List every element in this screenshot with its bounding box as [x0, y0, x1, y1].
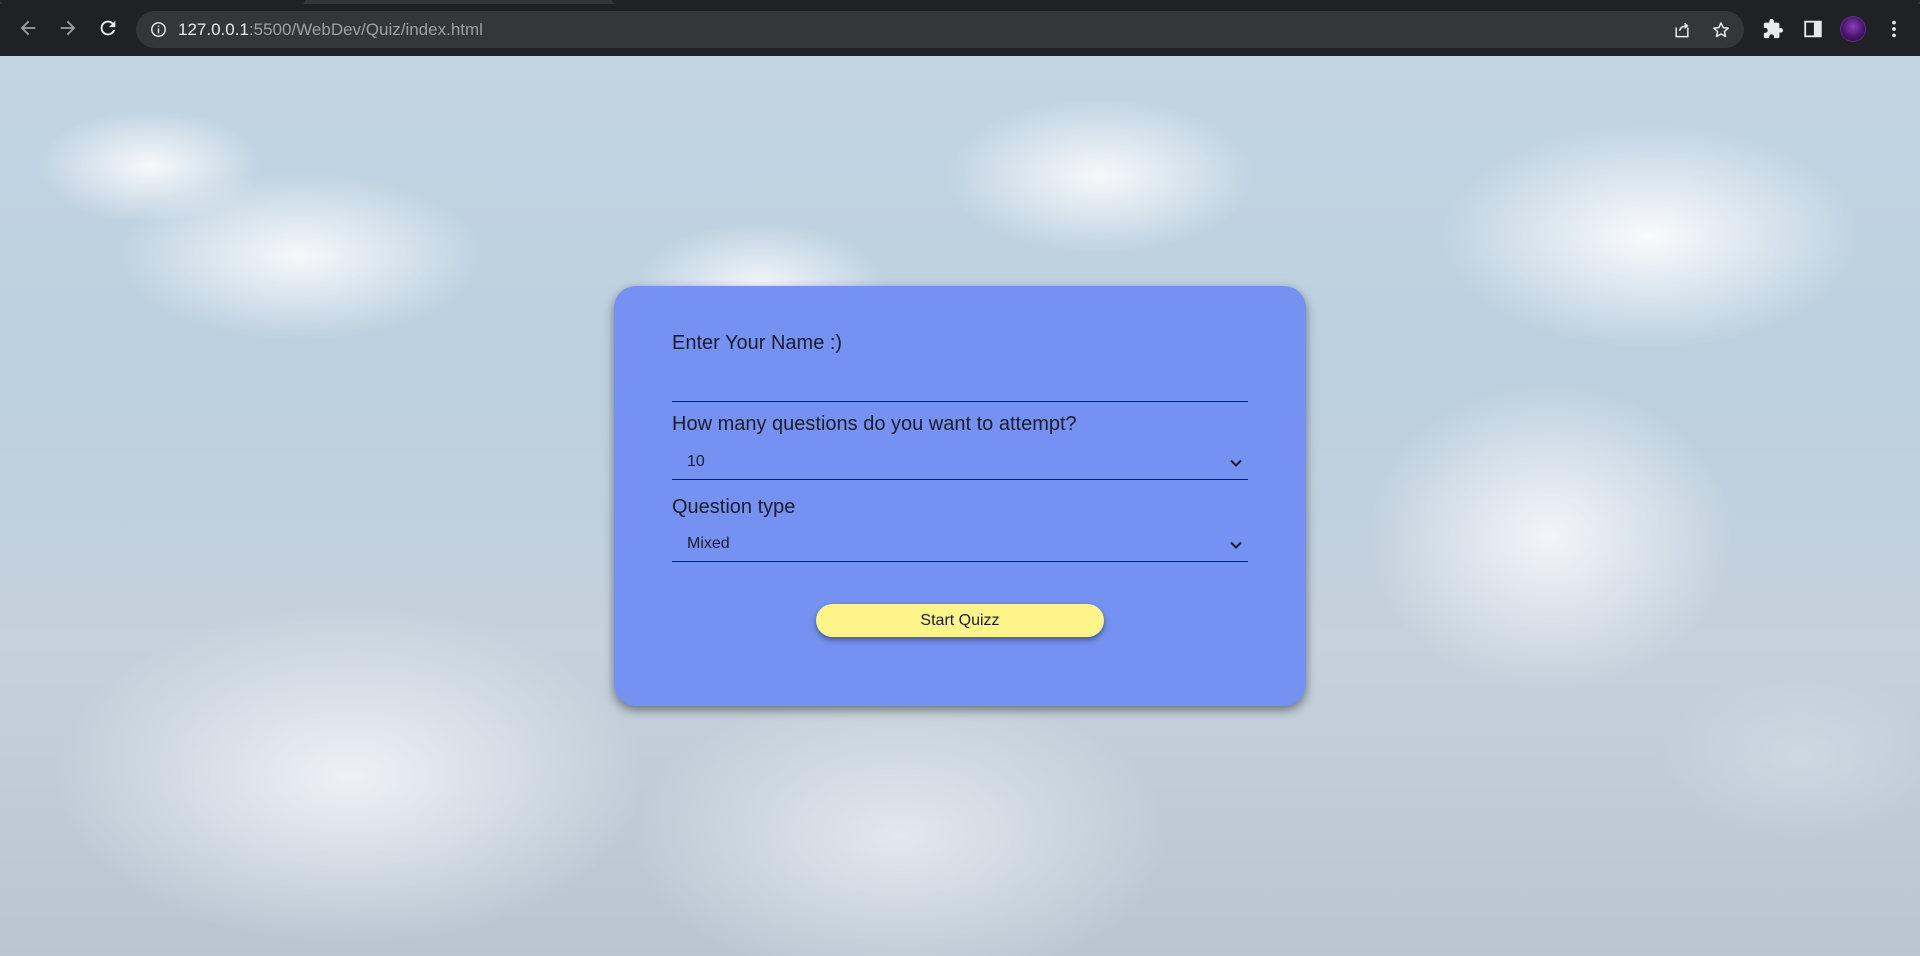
browser-tab[interactable] — [0, 0, 305, 4]
chevron-down-icon — [1230, 459, 1242, 467]
start-quiz-button[interactable]: Start Quizz — [816, 604, 1104, 637]
quiz-setup-card: Enter Your Name :) How many questions do… — [614, 286, 1306, 706]
question-type-select[interactable]: Mixed — [672, 526, 1248, 562]
browser-toolbar: 127.0.0.1:5500/WebDev/Quiz/index.html — [0, 0, 1920, 56]
name-input[interactable] — [672, 368, 1248, 402]
extensions-icon[interactable] — [1762, 18, 1784, 40]
url-host: 127.0.0.1 — [178, 20, 249, 39]
back-button[interactable] — [14, 14, 42, 42]
question-type-label: Question type — [672, 496, 796, 518]
question-count-label: How many questions do you want to attemp… — [672, 413, 1077, 435]
info-icon[interactable] — [150, 21, 167, 38]
arrow-left-icon — [20, 20, 36, 36]
profile-avatar[interactable] — [1840, 16, 1866, 42]
name-label: Enter Your Name :) — [672, 332, 843, 354]
url-path: :5500/WebDev/Quiz/index.html — [248, 20, 483, 39]
reload-icon — [100, 20, 116, 36]
question-count-value: 10 — [687, 453, 705, 470]
more-menu-icon[interactable] — [1883, 18, 1905, 40]
reload-button[interactable] — [94, 14, 122, 42]
star-icon[interactable] — [1711, 20, 1731, 40]
url-text[interactable]: 127.0.0.1:5500/WebDev/Quiz/index.html — [178, 20, 483, 40]
share-icon[interactable] — [1672, 20, 1692, 40]
question-type-value: Mixed — [687, 535, 730, 552]
forward-button[interactable] — [54, 14, 82, 42]
side-panel-icon[interactable] — [1802, 18, 1824, 40]
page-background: Enter Your Name :) How many questions do… — [0, 56, 1920, 956]
tab-strip — [0, 0, 1920, 4]
arrow-right-icon — [60, 20, 76, 36]
browser-tab[interactable] — [612, 0, 1920, 4]
address-bar[interactable]: 127.0.0.1:5500/WebDev/Quiz/index.html — [136, 11, 1744, 48]
chevron-down-icon — [1230, 541, 1242, 549]
question-count-select[interactable]: 10 — [672, 444, 1248, 480]
